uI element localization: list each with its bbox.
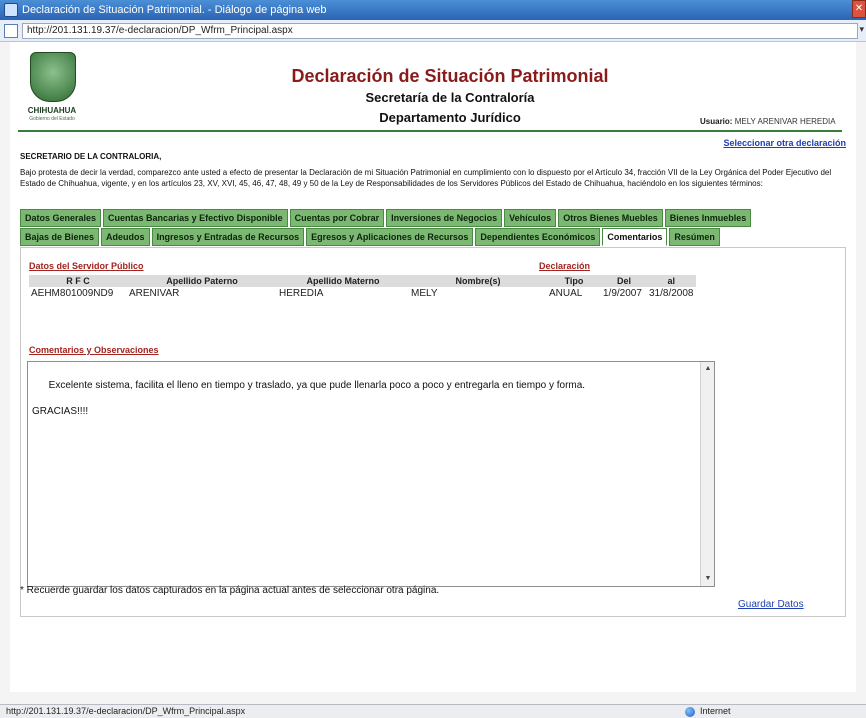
user-label: Usuario: bbox=[700, 117, 733, 126]
col-al: al bbox=[647, 275, 696, 287]
cell-del: 1/9/2007 bbox=[603, 288, 642, 299]
tab-cuentas-por-cobrar[interactable]: Cuentas por Cobrar bbox=[289, 209, 385, 227]
close-icon[interactable]: ✕ bbox=[852, 0, 866, 18]
cell-apellido-paterno: ARENIVAR bbox=[129, 288, 180, 299]
status-bar: http://201.131.19.37/e-declaracion/DP_Wf… bbox=[0, 704, 866, 718]
tab-vehiculos[interactable]: Vehículos bbox=[504, 209, 557, 227]
status-url: http://201.131.19.37/e-declaracion/DP_Wf… bbox=[6, 706, 246, 716]
comments-textarea[interactable]: Excelente sistema, facilita el lleno en … bbox=[27, 361, 715, 587]
col-nombre: Nombre(s) bbox=[409, 275, 547, 287]
tab-row-1: Datos Generales Cuentas Bancarias y Efec… bbox=[20, 209, 840, 227]
servidor-table: R F C Apellido Paterno Apellido Materno … bbox=[29, 275, 696, 300]
comments-panel: Datos del Servidor Público Declaración R… bbox=[20, 247, 846, 617]
tab-otros-bienes-muebles[interactable]: Otros Bienes Muebles bbox=[558, 209, 663, 227]
select-other-declaration-link[interactable]: Seleccionar otra declaración bbox=[723, 138, 846, 148]
col-apellido-paterno: Apellido Paterno bbox=[127, 275, 277, 287]
page-icon bbox=[4, 24, 18, 38]
table-row: AEHM801009ND9 ARENIVAR HEREDIA MELY ANUA… bbox=[29, 287, 696, 300]
tab-comentarios[interactable]: Comentarios bbox=[602, 228, 668, 246]
tab-adeudos[interactable]: Adeudos bbox=[101, 228, 150, 246]
page-content: CHIHUAHUA Gobierno del Estado Declaració… bbox=[10, 42, 856, 692]
page-subtitle-2: Departamento Jurídico bbox=[379, 110, 521, 125]
tab-datos-generales[interactable]: Datos Generales bbox=[20, 209, 102, 227]
cell-tipo: ANUAL bbox=[549, 288, 583, 299]
table-header-row: R F C Apellido Paterno Apellido Materno … bbox=[29, 275, 696, 287]
tab-row-2: Bajas de Bienes Adeudos Ingresos y Entra… bbox=[20, 228, 840, 246]
page-subtitle-1: Secretaría de la Contraloría bbox=[365, 90, 535, 105]
cell-apellido-materno: HEREDIA bbox=[279, 288, 324, 299]
comments-scrollbar[interactable]: ▲ ▼ bbox=[700, 362, 714, 586]
tab-bar: Datos Generales Cuentas Bancarias y Efec… bbox=[20, 209, 840, 247]
tab-bajas-de-bienes[interactable]: Bajas de Bienes bbox=[20, 228, 100, 246]
user-info: Usuario: MELY ARENIVAR HEREDIA bbox=[700, 117, 836, 126]
url-field[interactable]: http://201.131.19.37/e-declaracion/DP_Wf… bbox=[22, 23, 858, 39]
chevron-down-icon[interactable]: ▾ bbox=[859, 24, 864, 35]
comments-section-title: Comentarios y Observaciones bbox=[29, 345, 159, 355]
crest-icon bbox=[30, 52, 76, 102]
col-apellido-materno: Apellido Materno bbox=[277, 275, 409, 287]
page-title: Declaración de Situación Patrimonial bbox=[291, 66, 609, 86]
scroll-up-icon[interactable]: ▲ bbox=[701, 362, 715, 376]
logo-name: CHIHUAHUA bbox=[27, 106, 77, 115]
user-name: MELY ARENIVAR HEREDIA bbox=[734, 117, 836, 126]
header-divider bbox=[18, 130, 842, 132]
footnote: * Recuerde guardar los datos capturados … bbox=[20, 585, 440, 596]
security-zone: Internet bbox=[700, 706, 731, 716]
cell-rfc: AEHM801009ND9 bbox=[31, 288, 114, 299]
tab-resumen[interactable]: Resúmen bbox=[669, 228, 720, 246]
window-title: Declaración de Situación Patrimonial. - … bbox=[22, 4, 327, 16]
tab-inversiones[interactable]: Inversiones de Negocios bbox=[386, 209, 503, 227]
scroll-down-icon[interactable]: ▼ bbox=[701, 572, 715, 586]
logo-subtitle: Gobierno del Estado bbox=[29, 116, 75, 122]
state-logo: CHIHUAHUA Gobierno del Estado bbox=[18, 52, 86, 128]
col-del: Del bbox=[601, 275, 647, 287]
save-button[interactable]: Guardar Datos bbox=[738, 599, 804, 610]
servidor-section-title: Datos del Servidor Público bbox=[29, 261, 144, 271]
declaracion-section-title: Declaración bbox=[539, 261, 591, 271]
tab-cuentas-bancarias[interactable]: Cuentas Bancarias y Efectivo Disponible bbox=[103, 209, 288, 227]
address-bar: http://201.131.19.37/e-declaracion/DP_Wf… bbox=[0, 20, 866, 42]
recipient-heading: SECRETARIO DE LA CONTRALORIA, bbox=[20, 152, 162, 161]
tab-egresos[interactable]: Egresos y Aplicaciones de Recursos bbox=[306, 228, 474, 246]
window-titlebar: Declaración de Situación Patrimonial. - … bbox=[0, 0, 866, 20]
col-tipo: Tipo bbox=[547, 275, 601, 287]
tab-ingresos[interactable]: Ingresos y Entradas de Recursos bbox=[151, 228, 305, 246]
comments-text: Excelente sistema, facilita el lleno en … bbox=[32, 380, 586, 417]
col-rfc: R F C bbox=[29, 275, 127, 287]
cell-al: 31/8/2008 bbox=[649, 288, 694, 299]
tab-bienes-inmuebles[interactable]: Bienes Inmuebles bbox=[664, 209, 752, 227]
protest-text: Bajo protesta de decir la verdad, compar… bbox=[20, 168, 832, 188]
globe-icon bbox=[685, 707, 695, 717]
cell-nombre: MELY bbox=[411, 288, 438, 299]
browser-icon bbox=[4, 3, 18, 17]
tab-dependientes[interactable]: Dependientes Económicos bbox=[475, 228, 601, 246]
